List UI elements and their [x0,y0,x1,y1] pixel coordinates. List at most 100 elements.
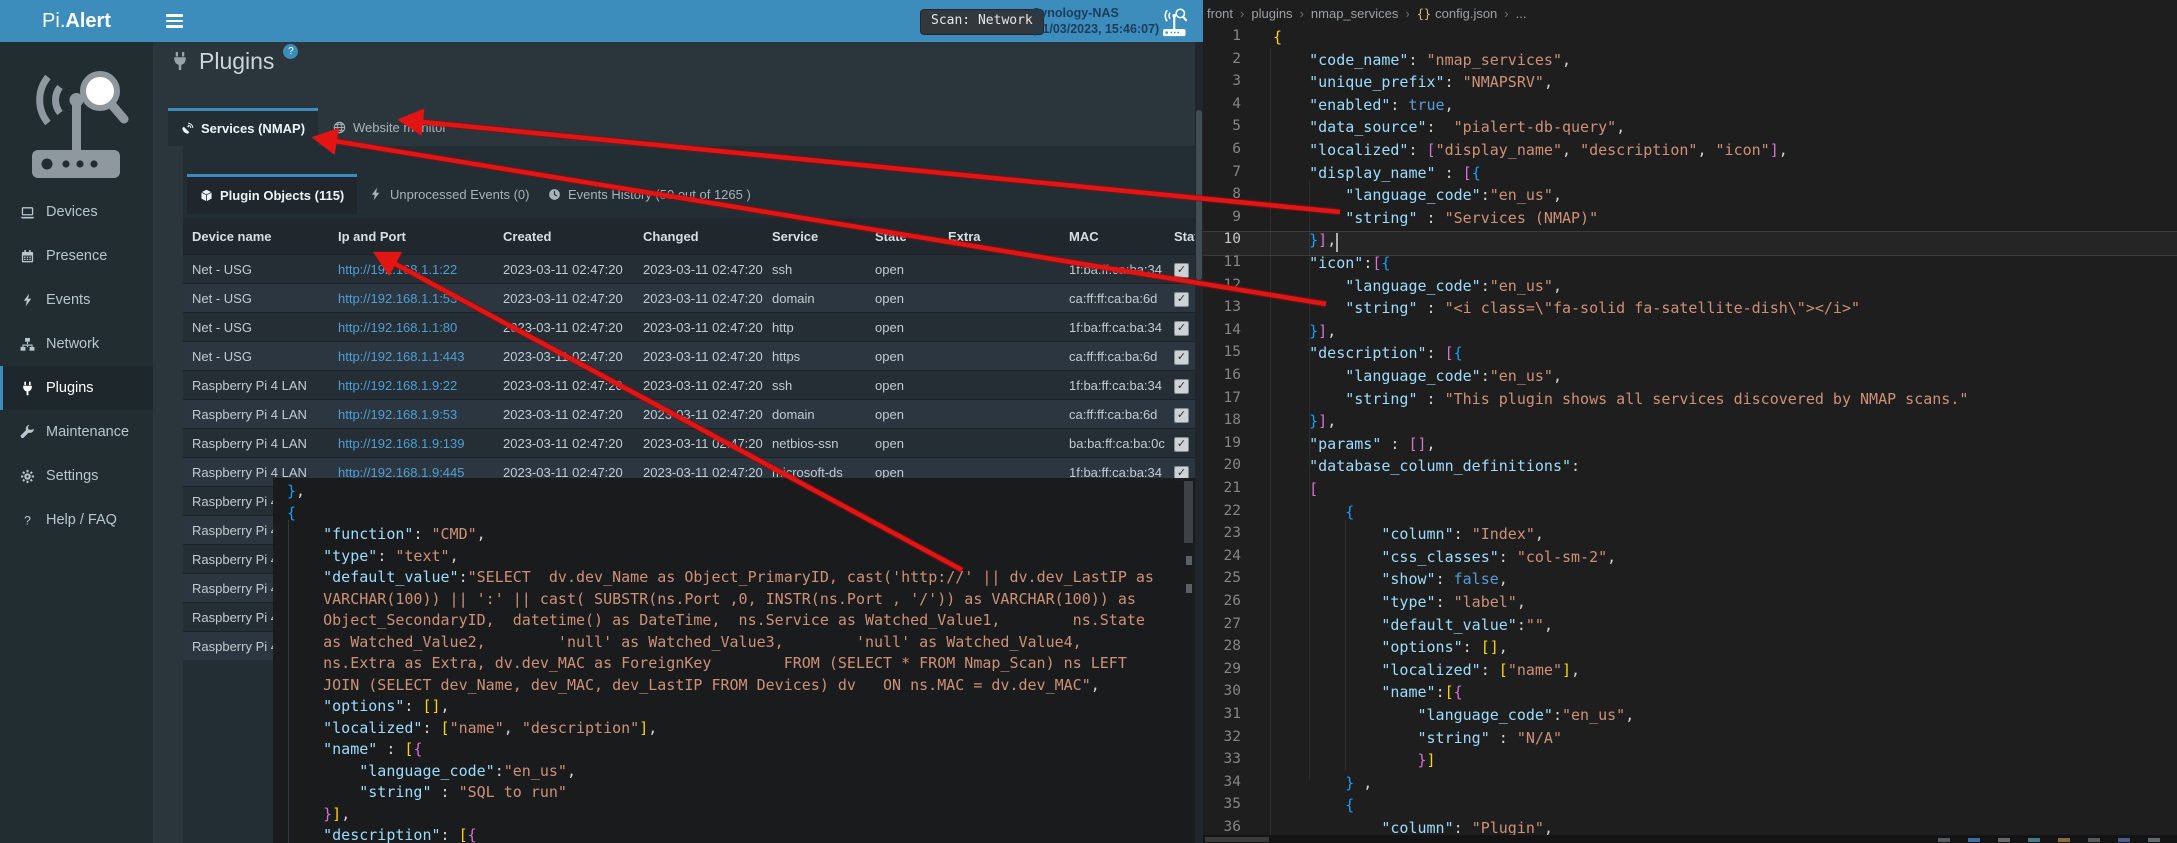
ip-link[interactable]: http://192.168.1.9:53 [329,407,494,422]
table-row[interactable]: Raspberry Pi 4 LANhttp://192.168.1.9:139… [183,428,1195,457]
table-row[interactable]: Net - USGhttp://192.168.1.1:4432023-03-1… [183,341,1195,370]
sidebar-item-presence[interactable]: Presence [0,234,153,278]
row-checkbox[interactable]: ✓ [1174,350,1189,365]
ip-link[interactable]: http://192.168.1.1:22 [329,262,494,277]
row-checkbox[interactable]: ✓ [1174,408,1189,423]
help-badge[interactable]: ? [283,44,298,59]
ip-link[interactable]: http://192.168.1.9:22 [329,378,494,393]
sidebar-item-network[interactable]: Network [0,322,153,366]
menu-toggle-button[interactable] [166,14,183,31]
table-row[interactable]: Net - USGhttp://192.168.1.1:532023-03-11… [183,283,1195,312]
line-number: 21 [1203,480,1241,496]
table-cell: https [763,349,866,364]
line-number: 11 [1203,254,1241,270]
breadcrumb-separator-icon: › [1405,6,1409,21]
breadcrumb-item-plugins[interactable]: plugins [1251,6,1292,21]
code-text: "database_column_definitions": [1273,457,1580,475]
line-number: 26 [1203,593,1241,609]
sidebar-item-maintenance[interactable]: Maintenance [0,410,153,454]
tab-website-monitor[interactable]: Website monitor [320,108,460,146]
tab-label: Website monitor [353,120,447,135]
table-cell: ✓ [1165,377,1195,394]
table-cell: 2023-03-11 02:47:20 [634,291,763,306]
sidebar-item-label: Devices [46,204,98,220]
row-checkbox[interactable]: ✓ [1174,263,1189,278]
table-row[interactable]: Raspberry Pi 4 LANhttp://192.168.1.9:222… [183,370,1195,399]
breadcrumb-item-nmap-services[interactable]: nmap_services [1311,6,1398,21]
sidebar-item-plugins[interactable]: Plugins [0,366,153,410]
row-checkbox[interactable]: ✓ [1174,321,1189,336]
sidebar-item-events[interactable]: Events [0,278,153,322]
table-cell: Net - USG [183,262,329,277]
column-header-mac[interactable]: MAC [1060,229,1165,244]
overlay-scroll-mark [1186,556,1192,565]
row-checkbox[interactable]: ✓ [1174,437,1189,452]
column-header-changed[interactable]: Changed [634,229,763,244]
laptop-icon [18,205,37,220]
column-header-created[interactable]: Created [494,229,634,244]
breadcrumb-separator-icon: › [1240,6,1244,21]
ip-link[interactable]: http://192.168.1.1:80 [329,320,494,335]
tab-unprocessed-events-0[interactable]: Unprocessed Events (0) [356,174,542,214]
column-header-stat[interactable]: Stat [1165,229,1195,244]
pialert-logo [16,54,136,191]
breadcrumb-item-[interactable]: ... [1516,6,1527,21]
config-code-overlay[interactable]: },{ "function": "CMD", "type": "text", "… [273,478,1195,843]
tab-plugin-objects-115[interactable]: Plugin Objects (115) [187,174,357,214]
column-header-state[interactable]: State [866,229,939,244]
code-text: "string" : "N/A" [1273,729,1562,747]
code-text: "language_code":"en_us", [1273,367,1562,385]
code-line: "function": "CMD", [287,525,486,543]
brand-logo[interactable]: Pi.Alert [0,0,153,42]
sidebar-item-help-faq[interactable]: ?Help / FAQ [0,498,153,542]
ip-link[interactable]: http://192.168.1.9:139 [329,436,494,451]
breadcrumb-item-front[interactable]: front [1207,6,1233,21]
plug-icon [18,381,37,396]
code-line: }, [287,482,305,500]
table-cell: 2023-03-11 02:47:20 [494,320,634,335]
table-row[interactable]: Net - USGhttp://192.168.1.1:802023-03-11… [183,312,1195,341]
code-text: "params" : [], [1273,435,1436,453]
breadcrumb-item-config-json[interactable]: {}config.json [1417,6,1498,21]
table-row[interactable]: Raspberry Pi 4 LANhttp://192.168.1.9:532… [183,399,1195,428]
ip-link[interactable]: http://192.168.1.1:53 [329,291,494,306]
table-cell: 1f:ba:ff:ca:ba:34 [1060,320,1165,335]
table-row[interactable]: Net - USGhttp://192.168.1.1:222023-03-11… [183,254,1195,283]
line-number: 23 [1203,525,1241,541]
code-text: "string" : "This plugin shows all servic… [1273,390,1968,408]
table-cell: ba:ba:ff:ca:ba:0c [1060,436,1165,451]
pialert-mini-logo-icon [1157,4,1191,43]
taskbar-speck [1998,838,2010,842]
code-text: }], [1273,322,1336,340]
sidebar: Devices PresenceEventsNetworkPluginsMaint… [0,42,153,843]
code-text: "show": false, [1273,570,1508,588]
row-checkbox[interactable]: ✓ [1174,379,1189,394]
tab-label: Services (NMAP) [201,121,305,136]
column-header-device-name[interactable]: Device name [183,229,329,244]
table-cell: domain [763,407,866,422]
editor-hscroll-thumb[interactable] [1205,837,1269,842]
taskbar-speck [2058,838,2070,842]
taskbar-speck [2028,838,2040,842]
page-title-text: Plugins [199,46,274,76]
tab-services-nmap[interactable]: Services (NMAP) [168,108,318,146]
sidebar-item-settings[interactable]: Settings [0,454,153,498]
overlay-scrollbar-thumb[interactable] [1184,481,1193,543]
column-header-service[interactable]: Service [763,229,866,244]
line-number: 28 [1203,638,1241,654]
table-cell: ✓ [1165,435,1195,452]
table-cell: 2023-03-11 02:47:20 [494,407,634,422]
row-checkbox[interactable]: ✓ [1174,292,1189,307]
column-header-extra[interactable]: Extra [939,229,1060,244]
content-scrollbar-thumb[interactable] [1196,110,1202,280]
taskbar-speck [2148,838,2160,842]
bolt-icon [369,187,383,201]
column-header-ip-and-port[interactable]: Ip and Port [329,229,494,244]
table-cell: open [866,291,939,306]
table-cell: 1f:ba:ff:ca:ba:34 [1060,262,1165,277]
code-text: { [1273,796,1354,814]
ip-link[interactable]: http://192.168.1.1:443 [329,349,494,364]
table-cell: Net - USG [183,320,329,335]
tab-events-history-50-out-of-1265[interactable]: Events History (50 out of 1265 ) [535,174,764,214]
sidebar-item-devices[interactable]: Devices [0,190,153,234]
